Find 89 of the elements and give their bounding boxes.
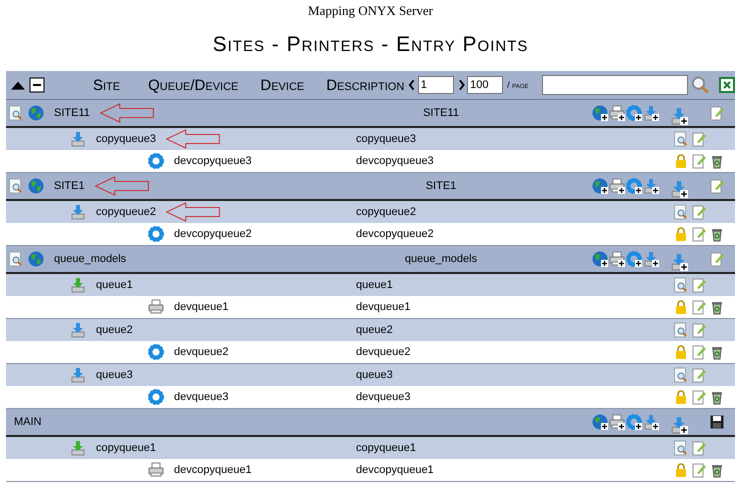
add-download-icon[interactable] [643, 178, 659, 194]
site-name[interactable]: SITE1 [54, 180, 85, 192]
queue-description: copyqueue1 [356, 442, 417, 454]
device-name[interactable]: devcopyqueue2 [174, 228, 252, 240]
edit-icon[interactable] [709, 105, 725, 121]
download-icon [70, 277, 86, 293]
site-name[interactable]: queue_models [54, 253, 126, 265]
download-icon [70, 204, 86, 220]
queue-name[interactable]: copyqueue1 [96, 442, 156, 454]
queue-description: queue2 [356, 324, 394, 336]
printer-icon [148, 462, 164, 478]
add-globe-icon[interactable] [592, 178, 608, 194]
site-description: queue_models [404, 253, 478, 265]
queue-name[interactable]: queue3 [96, 369, 133, 381]
edit-icon[interactable] [709, 251, 725, 267]
recycle-bin-icon[interactable] [709, 299, 725, 315]
column-header[interactable]: Site [93, 76, 120, 94]
device-description: devqueue2 [356, 346, 412, 358]
edit-icon[interactable] [691, 131, 707, 147]
minus-icon[interactable] [29, 77, 45, 93]
edit-icon[interactable] [691, 322, 707, 338]
device-description: devcopyqueue2 [356, 228, 435, 240]
recycle-bin-icon[interactable] [709, 153, 725, 169]
device-name[interactable]: devqueue2 [174, 346, 228, 358]
queue-description: copyqueue3 [356, 133, 417, 145]
device-description: devqueue1 [356, 301, 412, 313]
page-start-field[interactable]: 1 [418, 76, 454, 94]
column-header[interactable]: Device [260, 76, 304, 94]
globe-icon[interactable] [28, 178, 44, 194]
recycle-bin-icon[interactable] [709, 389, 725, 405]
device-name[interactable]: devcopyqueue3 [174, 155, 252, 167]
save-icon[interactable] [709, 414, 725, 430]
device-description: devcopyqueue1 [356, 464, 435, 476]
search-icon[interactable] [691, 75, 710, 95]
printer-icon [148, 299, 164, 315]
page-title: Mapping ONYX Server [307, 2, 434, 20]
spreadsheet-icon[interactable] [719, 77, 735, 93]
queue-name[interactable]: copyqueue2 [96, 206, 156, 218]
edit-icon[interactable] [691, 204, 707, 220]
add-download-icon[interactable] [670, 416, 688, 434]
column-header[interactable]: Queue/Device [148, 76, 238, 94]
edit-icon[interactable] [691, 440, 707, 456]
download-icon [70, 440, 86, 456]
add-printer-icon[interactable] [609, 178, 625, 194]
site-description: SITE11 [423, 107, 459, 119]
page-heading: Sites - Printers - Entry Points [212, 32, 530, 58]
download-icon [70, 322, 86, 338]
device-name[interactable]: devqueue1 [174, 301, 228, 313]
edit-icon[interactable] [709, 178, 725, 194]
edit-icon[interactable] [691, 367, 707, 383]
previous-icon[interactable] [408, 78, 416, 92]
queue-name[interactable]: queue2 [96, 324, 133, 336]
queue-name[interactable]: copyqueue3 [96, 133, 156, 145]
add-download-icon[interactable] [670, 180, 688, 198]
add-printer-icon[interactable] [609, 105, 625, 121]
recycle-bin-icon[interactable] [709, 226, 725, 242]
device-name[interactable]: devqueue3 [174, 391, 228, 403]
add-download-icon[interactable] [670, 253, 688, 271]
add-download-icon[interactable] [643, 414, 659, 430]
add-download-icon[interactable] [643, 251, 659, 267]
site-name[interactable]: MAIN [14, 416, 42, 428]
device-name[interactable]: devcopyqueue1 [174, 464, 252, 476]
add-globe-icon[interactable] [592, 414, 608, 430]
site-name[interactable]: SITE11 [54, 107, 90, 119]
globe-icon[interactable] [28, 251, 44, 267]
globe-icon[interactable] [28, 105, 44, 121]
recycle-bin-icon[interactable] [709, 344, 725, 360]
add-printer-icon[interactable] [609, 414, 625, 430]
recycle-bin-icon[interactable] [709, 462, 725, 478]
next-icon[interactable] [458, 78, 466, 92]
queue-description: queue3 [356, 369, 394, 381]
edit-icon[interactable] [691, 277, 707, 293]
search-field[interactable] [542, 75, 688, 95]
add-globe-icon[interactable] [592, 251, 608, 267]
add-download-icon[interactable] [643, 105, 659, 121]
queue-description: queue1 [356, 279, 394, 291]
queue-name[interactable]: queue1 [96, 279, 133, 291]
download-icon [70, 367, 86, 383]
add-globe-icon[interactable] [592, 105, 608, 121]
queue-description: copyqueue2 [356, 206, 417, 218]
site-description: SITE1 [426, 180, 456, 192]
download-icon [70, 131, 86, 147]
page-size-field[interactable]: 100 [467, 76, 504, 94]
device-description: devcopyqueue3 [356, 155, 435, 167]
add-download-icon[interactable] [670, 107, 688, 125]
column-header[interactable]: Description [326, 76, 404, 94]
device-description: devqueue3 [356, 391, 412, 403]
per-page-label: / page [507, 80, 528, 90]
add-printer-icon[interactable] [609, 251, 625, 267]
